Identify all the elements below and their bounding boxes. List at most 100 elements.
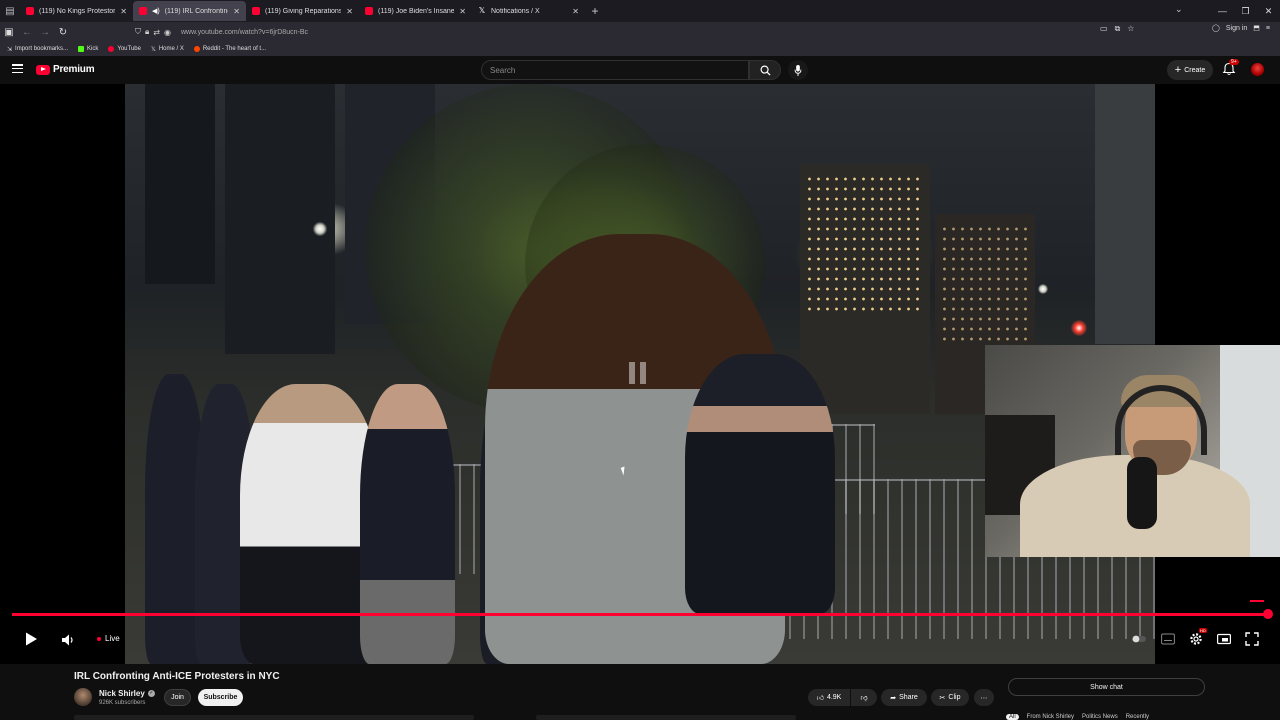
url-text[interactable]: www.youtube.com/watch?v=6jrD8ucn-Bc: [181, 29, 308, 36]
youtube-header: Premium Search + Create 9+: [0, 56, 1280, 84]
scissors-icon: ✂: [939, 694, 946, 702]
progress-scrubber[interactable]: [1263, 609, 1273, 619]
speaker-icon[interactable]: ◀): [152, 7, 160, 15]
building-silhouette: [225, 84, 335, 354]
subscribe-button[interactable]: Subscribe: [198, 689, 243, 706]
import-icon: ⇲: [7, 46, 13, 53]
permissions-icon[interactable]: ⇄: [153, 28, 160, 37]
reader-view-icon[interactable]: ▭: [1100, 24, 1108, 34]
account-icon[interactable]: ◯: [1212, 24, 1220, 32]
join-button[interactable]: Join: [164, 689, 191, 706]
hd-badge: HD: [1199, 628, 1207, 633]
toolbar-right: ◯ Sign in ⬒ ≡: [1212, 24, 1270, 33]
user-avatar[interactable]: [1251, 63, 1264, 76]
like-button[interactable]: 👍︎ 4.9K: [808, 689, 850, 706]
show-chat-button[interactable]: Show chat: [1008, 678, 1205, 696]
channel-avatar[interactable]: [74, 688, 92, 706]
youtube-favicon-icon: [26, 7, 34, 15]
tab-list-icon[interactable]: ▤: [0, 0, 20, 22]
kick-icon: [78, 46, 85, 52]
close-tab-icon[interactable]: ✕: [346, 7, 353, 16]
close-tab-icon[interactable]: ✕: [233, 7, 240, 16]
volume-icon[interactable]: [61, 633, 75, 647]
officer-figure: [685, 354, 835, 614]
theater-mode-icon[interactable]: [1217, 632, 1231, 646]
building-silhouette: [145, 84, 215, 284]
tab-overflow-chevron-icon[interactable]: ⌄: [1175, 4, 1183, 15]
browser-tab[interactable]: (119) No Kings Protestors Go C ✕: [20, 1, 133, 21]
extensions-icon[interactable]: ⬒: [1253, 24, 1260, 32]
browser-tab[interactable]: 𝕏 Notifications / X ✕: [472, 1, 585, 21]
clip-button[interactable]: ✂ Clip: [931, 689, 969, 706]
chip[interactable]: From Nick Shirley: [1027, 714, 1074, 720]
youtube-favicon-icon: [139, 7, 147, 15]
description-box-edge: [536, 715, 796, 720]
chip[interactable]: Recently: [1126, 714, 1149, 720]
create-button[interactable]: + Create: [1167, 60, 1213, 80]
settings-gear-icon[interactable]: [1189, 632, 1203, 646]
live-badge[interactable]: Live: [97, 634, 120, 643]
dislike-button[interactable]: 👎︎: [851, 689, 877, 706]
description-box-edge: [74, 715, 474, 720]
url-bar[interactable]: ⛉ 🔒︎ ⇄ ◉ www.youtube.com/watch?v=6jrD8uc…: [135, 24, 1145, 40]
x-icon: 𝕏: [150, 46, 156, 53]
video-player[interactable]: Live HD: [0, 84, 1280, 664]
close-tab-icon[interactable]: ✕: [459, 7, 466, 16]
menu-icon[interactable]: ≡: [1266, 25, 1270, 32]
shield-icon[interactable]: ⛉: [135, 27, 141, 37]
search-input[interactable]: Search: [481, 60, 749, 80]
close-tab-icon[interactable]: ✕: [572, 7, 579, 16]
picture-in-picture-icon[interactable]: ⧉: [1115, 24, 1121, 34]
sign-in-link[interactable]: Sign in: [1226, 25, 1247, 32]
channel-name[interactable]: Nick Shirley ✓: [99, 689, 155, 698]
tab-title: Notifications / X: [491, 7, 540, 15]
related-filter-chips: All From Nick Shirley Politics News Rece…: [1006, 714, 1149, 720]
tab-title: (119) Joe Biden's Insane though: [378, 7, 455, 15]
subtitles-icon[interactable]: [1161, 632, 1175, 646]
minimize-icon[interactable]: —: [1211, 6, 1234, 16]
sidebar-toggle-icon[interactable]: ▣: [0, 27, 18, 38]
browser-tab[interactable]: (119) Joe Biden's Insane though ✕: [359, 1, 472, 21]
forward-icon[interactable]: →: [36, 27, 54, 38]
hamburger-menu-icon[interactable]: [12, 64, 23, 73]
fullscreen-icon[interactable]: [1245, 632, 1259, 646]
streamer-webcam-overlay: [985, 345, 1280, 557]
play-icon[interactable]: [24, 632, 38, 646]
bookmark-x[interactable]: 𝕏 Home / X: [151, 46, 184, 53]
close-tab-icon[interactable]: ✕: [120, 7, 127, 16]
browser-tab-bar: ▤ (119) No Kings Protestors Go C ✕ ◀) (1…: [0, 0, 1280, 22]
bookmark-kick[interactable]: Kick: [78, 46, 98, 52]
tab-title: (119) No Kings Protestors Go C: [39, 7, 116, 15]
close-window-icon[interactable]: ✕: [1257, 6, 1280, 17]
audio-icon[interactable]: ◉: [164, 28, 171, 37]
bookmark-star-icon[interactable]: ☆: [1127, 24, 1134, 34]
chip[interactable]: All: [1006, 714, 1019, 720]
more-actions-button[interactable]: ⋯: [974, 689, 994, 706]
autoplay-toggle-icon[interactable]: [1132, 632, 1146, 646]
youtube-favicon-icon: [365, 7, 373, 15]
share-arrow-icon: ➦: [890, 694, 897, 702]
reload-icon[interactable]: ↻: [54, 27, 72, 38]
share-button[interactable]: ➦ Share: [881, 689, 927, 706]
studio-microphone: [1127, 457, 1157, 529]
person-figure: [360, 384, 455, 664]
more-dots-icon: ⋯: [980, 694, 988, 702]
back-icon[interactable]: ←: [18, 27, 36, 38]
browser-tab-active[interactable]: ◀) (119) IRL Confronting Anti- ✕: [133, 1, 246, 21]
youtube-logo[interactable]: Premium: [36, 64, 95, 75]
search-button[interactable]: [749, 60, 781, 80]
plus-icon: +: [1174, 64, 1182, 76]
pause-overlay-icon: [629, 362, 649, 384]
bookmark-youtube[interactable]: YouTube: [108, 46, 141, 52]
progress-bar[interactable]: [12, 613, 1268, 616]
bookmark-reddit[interactable]: Reddit - The heart of t...: [193, 46, 266, 52]
chip[interactable]: Politics News: [1082, 714, 1118, 720]
browser-tab[interactable]: (119) Giving Reparations at No ✕: [246, 1, 359, 21]
lock-icon[interactable]: 🔒︎: [145, 27, 149, 37]
bookmark-import[interactable]: ⇲ Import bookmarks...: [7, 46, 68, 53]
voice-search-button[interactable]: [788, 60, 808, 80]
new-tab-icon[interactable]: +: [585, 4, 605, 18]
officer-white-shirt: [240, 384, 380, 664]
search-icon: [760, 65, 771, 76]
maximize-icon[interactable]: ❐: [1234, 6, 1257, 17]
